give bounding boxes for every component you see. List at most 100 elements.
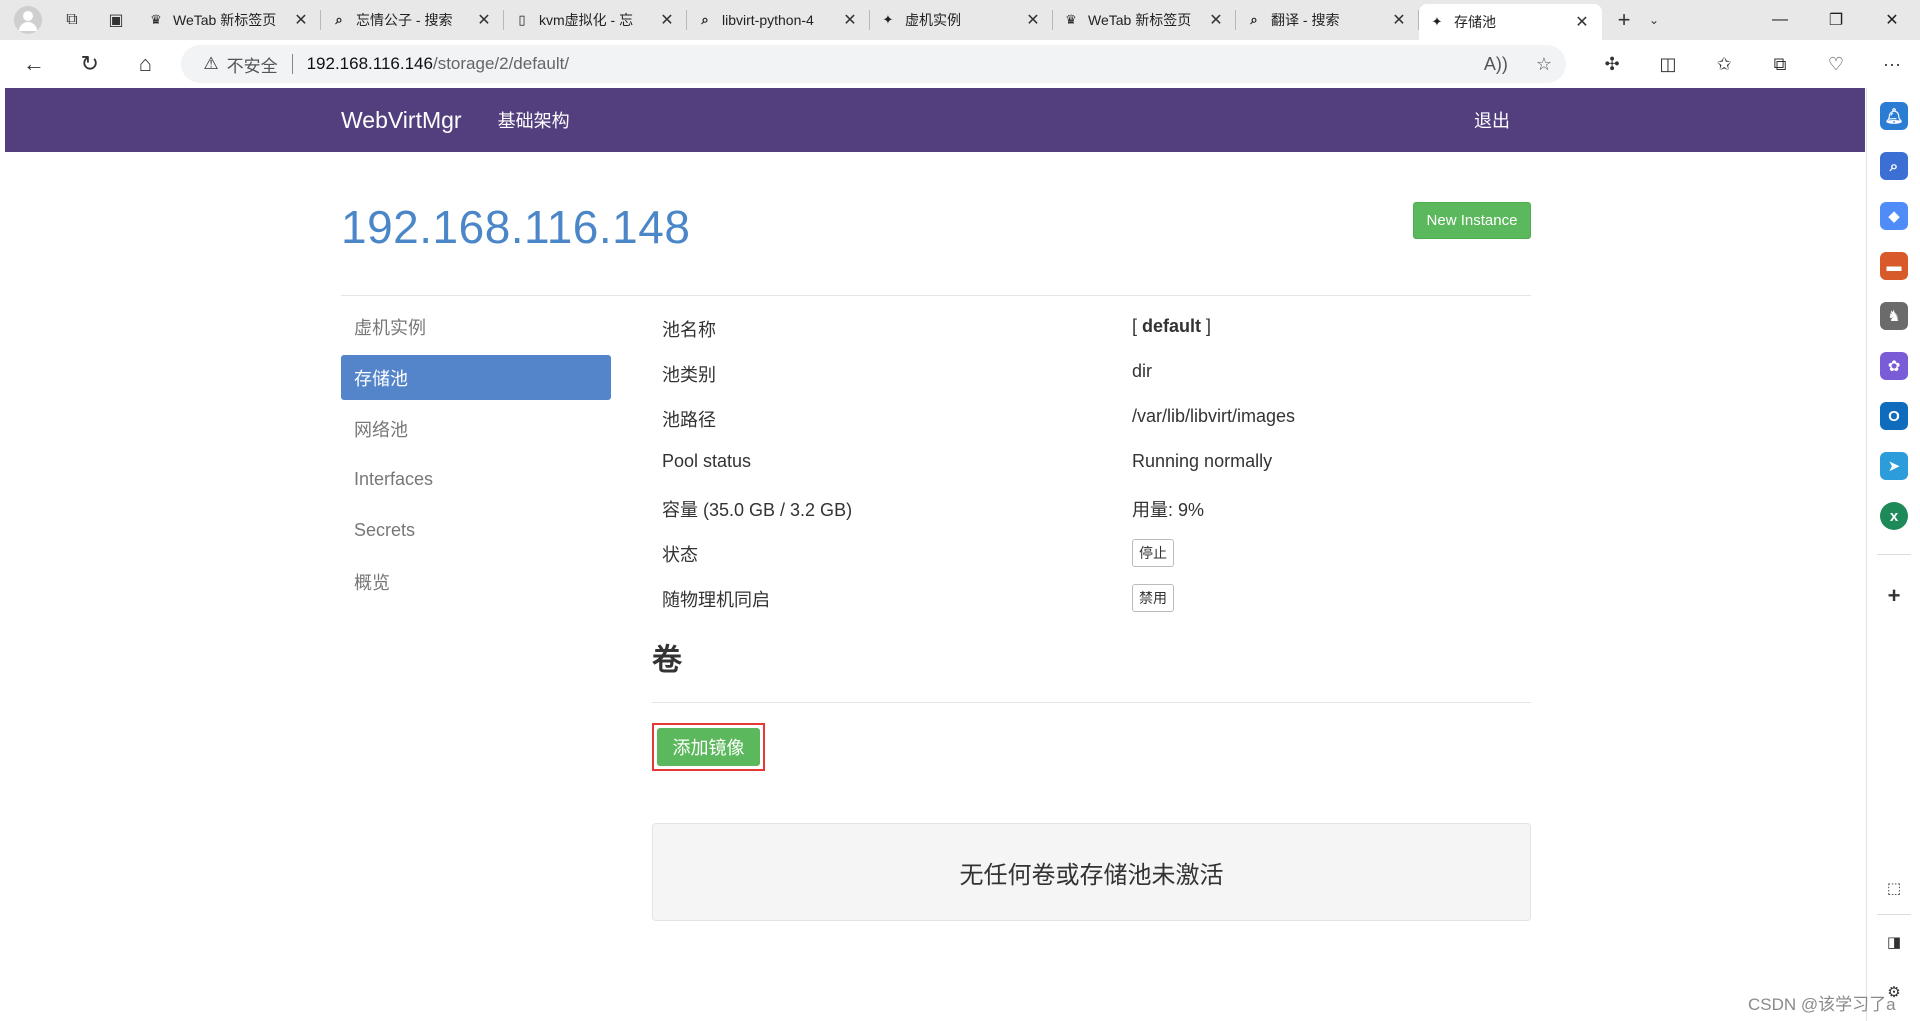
browser-tab[interactable]: ♛ WeTab 新标签页 ✕ bbox=[138, 0, 321, 40]
browser-tab-strip: ⧉ ▣ ♛ WeTab 新标签页 ✕ ⌕ 忘情公子 - 搜索 ✕ ▯ kvm虚拟化 - 忘 ✕ ⌕… bbox=[0, 0, 1920, 40]
copilot-icon[interactable]: ✿ bbox=[1880, 352, 1908, 380]
browser-tab[interactable]: ▯ kvm虚拟化 - 忘 ✕ bbox=[504, 0, 687, 40]
url-host: 192.168.116.146 bbox=[306, 54, 433, 73]
heart-pulse-icon: ♡ bbox=[1827, 53, 1845, 74]
pool-status-row: Pool status Running normally bbox=[652, 439, 1531, 484]
new-tab-button[interactable]: + bbox=[1606, 4, 1642, 36]
pool-status-label: Pool status bbox=[662, 451, 752, 471]
browser-tab[interactable]: ♛ WeTab 新标签页 ✕ bbox=[1053, 0, 1236, 40]
tab-close-icon[interactable]: ✕ bbox=[474, 10, 494, 30]
add-sidebar-plus-icon[interactable]: + bbox=[1880, 582, 1908, 610]
profile-button[interactable] bbox=[10, 4, 46, 36]
disable-autostart-button[interactable]: 禁用 bbox=[1132, 584, 1174, 612]
pool-type-value: dir bbox=[1132, 361, 1153, 381]
refresh-button[interactable]: ↻ bbox=[70, 46, 110, 82]
webvirtmgr-icon: ✦ bbox=[882, 12, 894, 27]
tab-close-icon[interactable]: ✕ bbox=[291, 10, 311, 30]
browser-tab[interactable]: ⌕ 翻译 - 搜索 ✕ bbox=[1236, 0, 1419, 40]
chevron-down-icon: ⌄ bbox=[1648, 13, 1660, 27]
settings-more-button[interactable]: ··· bbox=[1864, 54, 1920, 75]
pool-type-row: 池类别 dir bbox=[652, 349, 1531, 394]
security-label[interactable]: 不安全 bbox=[227, 52, 278, 77]
browser-tab[interactable]: ⌕ 忘情公子 - 搜索 ✕ bbox=[321, 0, 504, 40]
tab-title: WeTab 新标签页 bbox=[1088, 12, 1192, 28]
vertical-tabs-button[interactable]: ▣ bbox=[98, 4, 134, 36]
document-icon: ▯ bbox=[518, 12, 526, 27]
puzzle-icon: ✣ bbox=[1604, 53, 1620, 74]
outlook-icon[interactable]: O bbox=[1880, 402, 1908, 430]
pool-usage-value: 用量: 9% bbox=[1132, 500, 1205, 520]
pool-autostart-row: 随物理机同启 禁用 bbox=[652, 574, 1531, 619]
tab-title: 忘情公子 - 搜索 bbox=[356, 12, 453, 28]
stop-pool-button[interactable]: 停止 bbox=[1132, 539, 1174, 567]
sidebar-item-storage[interactable]: 存储池 bbox=[341, 355, 611, 400]
pool-capacity-label: 容量 (35.0 GB / 3.2 GB) bbox=[662, 500, 853, 520]
tab-close-icon[interactable]: ✕ bbox=[1572, 12, 1592, 32]
notifications-bell-icon[interactable]: 🔔︎ bbox=[1880, 102, 1908, 130]
hide-sidebar-icon[interactable]: ◨ bbox=[1880, 928, 1908, 956]
extensions-button[interactable]: ✣ bbox=[1584, 54, 1640, 75]
sidebar-item-instances[interactable]: 虚机实例 bbox=[341, 304, 611, 349]
pool-name-text: default bbox=[1142, 316, 1202, 336]
brand-link[interactable]: WebVirtMgr bbox=[341, 107, 462, 134]
tab-title: 翻译 - 搜索 bbox=[1271, 12, 1340, 28]
add-image-button[interactable]: 添加镜像 bbox=[657, 728, 760, 766]
favorite-star-icon[interactable]: ☆ bbox=[1536, 54, 1552, 75]
nav-infrastructure[interactable]: 基础架构 bbox=[498, 107, 570, 133]
restore-icon: ❐ bbox=[1828, 12, 1844, 29]
tab-title: 存储池 bbox=[1454, 14, 1496, 30]
volumes-heading: 卷 bbox=[652, 635, 1531, 703]
tab-title: 虚机实例 bbox=[905, 12, 961, 28]
split-screen-button[interactable]: ◫ bbox=[1640, 54, 1696, 75]
top-navbar: WebVirtMgr 基础架构 退出 bbox=[5, 88, 1865, 152]
tab-actions-icon: ▣ bbox=[108, 12, 124, 29]
new-instance-button[interactable]: New Instance bbox=[1413, 202, 1531, 239]
sidebar-divider-bottom bbox=[1877, 914, 1911, 915]
screenshot-icon[interactable]: ⬚ bbox=[1880, 874, 1908, 902]
collections-icon: ⧉ bbox=[66, 11, 78, 28]
plus-icon: + bbox=[1617, 7, 1631, 32]
minimize-icon: — bbox=[1772, 11, 1788, 28]
logout-link[interactable]: 退出 bbox=[1474, 107, 1510, 133]
favorites-button[interactable]: ✩ bbox=[1696, 54, 1752, 75]
browser-essentials-button[interactable]: ♡ bbox=[1808, 54, 1864, 75]
pool-path-row: 池路径 /var/lib/libvirt/images bbox=[652, 394, 1531, 439]
tab-title: WeTab 新标签页 bbox=[173, 12, 277, 28]
sidebar-item-overview[interactable]: 概览 bbox=[341, 559, 611, 604]
restore-button[interactable]: ❐ bbox=[1808, 0, 1864, 40]
tab-close-icon[interactable]: ✕ bbox=[840, 10, 860, 30]
minimize-button[interactable]: — bbox=[1752, 0, 1808, 40]
tab-close-icon[interactable]: ✕ bbox=[1206, 10, 1226, 30]
shopping-tag-icon[interactable]: ◆ bbox=[1880, 202, 1908, 230]
tab-title: kvm虚拟化 - 忘 bbox=[539, 12, 634, 28]
address-bar[interactable]: ⚠ 不安全 192.168.116.146/storage/2/default/… bbox=[181, 45, 1566, 83]
window-controls: — ❐ ✕ bbox=[1752, 0, 1920, 40]
back-button[interactable]: ← bbox=[14, 46, 54, 82]
divider bbox=[291, 54, 293, 74]
browser-tab[interactable]: ✦ 虚机实例 ✕ bbox=[870, 0, 1053, 40]
home-button[interactable]: ⌂ bbox=[126, 46, 166, 82]
tab-close-icon[interactable]: ✕ bbox=[1023, 10, 1043, 30]
tab-close-icon[interactable]: ✕ bbox=[1389, 10, 1409, 30]
excel-icon[interactable]: x bbox=[1880, 502, 1908, 530]
collections-toolbar-button[interactable]: ⧉ bbox=[1752, 54, 1808, 75]
send-icon[interactable]: ➤ bbox=[1880, 452, 1908, 480]
wetab-icon: ♛ bbox=[1065, 12, 1077, 27]
close-icon: ✕ bbox=[1885, 12, 1899, 29]
browser-tab[interactable]: ✦ 存储池 ✕ bbox=[1419, 4, 1602, 40]
sidebar-item-secrets[interactable]: Secrets bbox=[341, 508, 611, 553]
pool-autostart-label: 随物理机同启 bbox=[662, 590, 770, 610]
sidebar-item-interfaces[interactable]: Interfaces bbox=[341, 457, 611, 502]
tab-list-dropdown[interactable]: ⌄ bbox=[1642, 13, 1666, 27]
close-window-button[interactable]: ✕ bbox=[1864, 0, 1920, 40]
search-icon: ⌕ bbox=[701, 12, 709, 27]
search-icon[interactable]: ⌕ bbox=[1880, 152, 1908, 180]
tools-briefcase-icon[interactable]: ▬ bbox=[1880, 252, 1908, 280]
browser-tab[interactable]: ⌕ libvirt-python-4 ✕ bbox=[687, 0, 870, 40]
tab-close-icon[interactable]: ✕ bbox=[657, 10, 677, 30]
main-content: 192.168.116.148 New Instance 虚机实例 存储池 网络… bbox=[341, 152, 1531, 921]
read-aloud-icon[interactable]: A)) bbox=[1484, 54, 1508, 75]
sidebar-item-networks[interactable]: 网络池 bbox=[341, 406, 611, 451]
collections-button[interactable]: ⧉ bbox=[54, 4, 90, 36]
games-chess-icon[interactable]: ♞ bbox=[1880, 302, 1908, 330]
